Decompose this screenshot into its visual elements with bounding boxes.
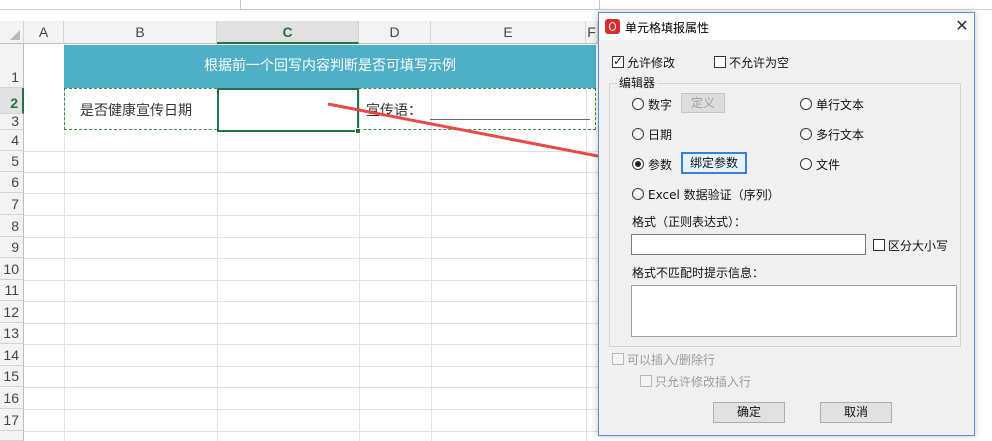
cell-b2-label[interactable]: 是否健康宣传日期 [80, 100, 192, 120]
row-header-16[interactable]: 16 [0, 387, 24, 409]
insert-delete-rows-label: 可以插入/删除行 [627, 353, 716, 367]
gridline [24, 301, 598, 302]
cell-d2-label[interactable]: 宣传语： [366, 100, 422, 120]
radio-date-label: 日期 [648, 128, 673, 142]
column-header-c[interactable]: C [217, 21, 359, 44]
gridline [24, 431, 598, 432]
radio-excel-validation-label: Excel 数据验证（序列） [648, 188, 780, 202]
selected-cell-c2[interactable] [217, 88, 359, 132]
not-empty-checkbox[interactable] [714, 56, 726, 68]
cell-fill-properties-dialog: 单元格填报属性 ✕ 允许修改 不允许为空 编辑器 数字 定义 单行文本 日期 多… [598, 12, 975, 436]
gridline [24, 193, 598, 194]
define-button[interactable]: 定义 [681, 93, 725, 113]
dialog-title: 单元格填报属性 [625, 21, 710, 35]
allow-edit-label: 允许修改 [627, 56, 676, 70]
select-all-corner[interactable] [0, 21, 24, 44]
radio-single-text-label: 单行文本 [816, 98, 865, 112]
row-header-8[interactable]: 8 [0, 215, 24, 237]
format-regex-label: 格式（正则表达式）： [632, 215, 747, 229]
gridline [24, 280, 598, 281]
gridline [24, 215, 598, 216]
fill-handle[interactable] [355, 128, 361, 134]
column-header-d[interactable]: D [359, 21, 431, 44]
row-header-9[interactable]: 9 [0, 237, 24, 258]
radio-single-text[interactable] [800, 98, 812, 110]
row-header-12[interactable]: 12 [0, 301, 24, 323]
radio-date[interactable] [632, 128, 644, 140]
row-header-14[interactable]: 14 [0, 344, 24, 366]
row-header-15[interactable]: 15 [0, 366, 24, 387]
bind-param-button[interactable]: 绑定参数 [681, 152, 747, 174]
gridline [24, 409, 598, 410]
column-header-e[interactable]: E [431, 21, 586, 44]
row-header-2[interactable]: 2 [0, 88, 24, 114]
gridline [24, 237, 598, 238]
dialog-titlebar[interactable]: 单元格填报属性 ✕ [599, 13, 974, 40]
radio-excel-validation[interactable] [632, 188, 644, 200]
sheet-title-banner[interactable]: 根据前一个回写内容判断是否可填写示例 [64, 45, 596, 88]
close-icon[interactable]: ✕ [953, 16, 971, 36]
editor-group-label: 编辑器 [617, 74, 658, 91]
insert-only-checkbox[interactable] [640, 375, 652, 387]
radio-number-label: 数字 [648, 98, 673, 112]
gridline [24, 344, 598, 345]
mismatch-message-textarea[interactable] [631, 285, 957, 337]
row-header-17[interactable]: 17 [0, 409, 24, 431]
radio-param-label: 参数 [648, 158, 673, 172]
allow-edit-checkbox[interactable] [612, 54, 624, 68]
gridline [24, 366, 598, 367]
ok-button[interactable]: 确定 [713, 402, 785, 423]
gridline [24, 323, 598, 324]
column-header-a[interactable]: A [24, 21, 64, 44]
case-sensitive-checkbox[interactable] [873, 239, 885, 251]
row-header-11[interactable]: 11 [0, 280, 24, 301]
radio-file-label: 文件 [816, 158, 841, 172]
formula-bar[interactable] [240, 0, 600, 10]
radio-file[interactable] [800, 158, 812, 170]
formula-bar-strip [0, 0, 992, 10]
format-regex-input[interactable] [631, 234, 866, 255]
gridline [24, 151, 598, 152]
column-header-b[interactable]: B [64, 21, 217, 44]
row-header-13[interactable]: 13 [0, 323, 24, 344]
cell-e2-underline [430, 119, 590, 120]
cancel-button[interactable]: 取消 [820, 402, 892, 423]
row-header-6[interactable]: 6 [0, 172, 24, 193]
gridline [24, 258, 598, 259]
row-header-3[interactable]: 3 [0, 114, 24, 130]
row-header-1[interactable]: 1 [0, 44, 24, 88]
row-header-4[interactable]: 4 [0, 130, 24, 151]
gridline [24, 172, 598, 173]
mismatch-message-label: 格式不匹配时提示信息： [632, 266, 765, 280]
radio-param[interactable] [632, 158, 644, 170]
case-sensitive-label: 区分大小写 [888, 239, 949, 253]
insert-delete-rows-checkbox[interactable] [612, 353, 624, 365]
not-empty-label: 不允许为空 [729, 56, 790, 70]
row-header-5[interactable]: 5 [0, 151, 24, 172]
app-icon [605, 19, 620, 34]
row-header-18[interactable] [0, 431, 24, 441]
radio-number[interactable] [632, 98, 644, 110]
gridline [24, 387, 598, 388]
insert-only-label: 只允许修改插入行 [655, 375, 752, 389]
column-header-f[interactable]: F [586, 21, 598, 44]
radio-multi-text-label: 多行文本 [816, 128, 865, 142]
row-header-10[interactable]: 10 [0, 258, 24, 280]
radio-multi-text[interactable] [800, 128, 812, 140]
row-header-7[interactable]: 7 [0, 193, 24, 215]
